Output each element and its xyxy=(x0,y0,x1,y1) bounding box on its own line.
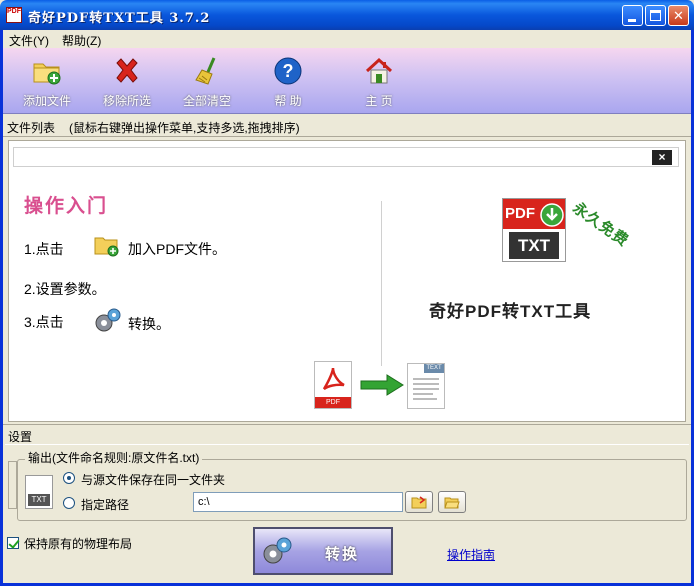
intro-top-bar xyxy=(13,147,679,167)
settings-title: 设置 xyxy=(8,430,33,444)
file-list-hint: (鼠标右键弹出操作菜单,支持多选,拖拽排序) xyxy=(69,121,300,135)
pdf-label: PDF xyxy=(315,397,351,408)
toolbar: 添加文件 移除所选 全部清空 ? 帮 助 主 页 xyxy=(3,48,691,114)
txt-file-icon: TEXT xyxy=(407,363,445,409)
txt-output-icon: TXT xyxy=(25,475,53,509)
open-folder-icon xyxy=(444,497,460,509)
txt-doc-label: TEXT xyxy=(424,364,444,373)
file-list-label: 文件列表 xyxy=(7,121,56,135)
help-label: 帮 助 xyxy=(274,94,302,108)
gears-icon xyxy=(263,537,292,564)
home-icon xyxy=(365,57,393,84)
clear-all-label: 全部清空 xyxy=(182,94,231,108)
txt-badge: TXT xyxy=(28,494,50,506)
file-list-area[interactable]: × 操作入门 1.点击 加入PDF文件。 2.设置参数。 3.点击 转换。 PD… xyxy=(8,140,686,422)
intro-title: 操作入门 xyxy=(24,195,109,217)
radio-same-folder[interactable] xyxy=(63,472,75,484)
settings-panel: 输出(文件命名规则:原文件名.txt) TXT 与源文件保存在同一文件夹 指定路… xyxy=(5,444,689,529)
pdf-file-icon: PDF xyxy=(314,361,352,409)
keep-layout-label[interactable]: 保持原有的物理布局 xyxy=(24,535,132,552)
menu-bar: 文件(Y) 帮助(Z) xyxy=(3,30,691,48)
same-folder-label[interactable]: 与源文件保存在同一文件夹 xyxy=(81,471,225,488)
remove-selected-label: 移除所选 xyxy=(102,94,151,108)
title-bar[interactable]: PDF 奇好PDF转TXT工具 3.7.2 ✕ xyxy=(0,0,694,30)
step2-text: 2.设置参数。 xyxy=(24,281,106,297)
add-folder-icon xyxy=(94,237,119,257)
home-button[interactable]: 主 页 xyxy=(342,54,416,112)
output-legend: 输出(文件命名规则:原文件名.txt) xyxy=(25,449,203,466)
add-file-label: 添加文件 xyxy=(22,94,71,108)
add-folder-icon xyxy=(33,63,61,85)
convert-label: 转换 xyxy=(325,546,360,563)
close-window-button[interactable]: ✕ xyxy=(668,5,689,26)
help-button[interactable]: ? 帮 助 xyxy=(251,54,325,112)
app-icon: PDF xyxy=(6,7,22,23)
menu-help[interactable]: 帮助(Z) xyxy=(62,32,101,49)
radio-custom-path[interactable] xyxy=(63,497,75,509)
help-question-icon: ? xyxy=(274,57,302,85)
guide-link[interactable]: 操作指南 xyxy=(447,546,495,563)
convert-button[interactable]: 转换 xyxy=(253,527,393,575)
red-x-icon xyxy=(116,58,138,83)
minimize-button[interactable] xyxy=(622,5,643,26)
browse-path-button[interactable] xyxy=(405,491,433,513)
right-arrow-icon xyxy=(360,374,404,396)
home-label: 主 页 xyxy=(365,94,393,108)
menu-file[interactable]: 文件(Y) xyxy=(9,32,49,49)
maximize-button[interactable] xyxy=(645,5,666,26)
custom-path-label[interactable]: 指定路径 xyxy=(81,496,129,513)
divider xyxy=(381,201,382,366)
step3-suffix: 转换。 xyxy=(128,316,170,332)
gears-icon xyxy=(95,308,121,332)
svg-text:?: ? xyxy=(283,61,294,81)
free-badge: 永久免费 xyxy=(569,198,633,251)
logo-txt-label: TXT xyxy=(509,232,559,259)
product-name: 奇好PDF转TXT工具 xyxy=(429,302,592,321)
step3-prefix: 3.点击 xyxy=(24,314,64,330)
remove-selected-button[interactable]: 移除所选 xyxy=(90,54,164,112)
minimize-icon xyxy=(628,19,636,22)
maximize-icon xyxy=(650,10,661,21)
window-title: 奇好PDF转TXT工具 3.7.2 xyxy=(28,11,211,26)
product-logo: PDF TXT xyxy=(502,198,566,262)
broom-icon xyxy=(195,57,216,85)
down-arrow-icon xyxy=(540,203,564,227)
intro-close-button[interactable]: × xyxy=(652,150,672,165)
keep-layout-checkbox[interactable] xyxy=(7,537,19,549)
acrobat-icon xyxy=(322,367,345,391)
file-list-header: 文件列表 (鼠标右键弹出操作菜单,支持多选,拖拽排序) xyxy=(3,115,691,137)
path-input[interactable]: c:\ xyxy=(193,492,403,512)
settings-header: 设置 xyxy=(3,424,691,444)
settings-scrollbar[interactable] xyxy=(8,461,17,509)
folder-arrow-icon xyxy=(411,496,427,509)
step1-suffix: 加入PDF文件。 xyxy=(128,241,226,257)
close-icon: ✕ xyxy=(673,8,684,23)
clear-all-button[interactable]: 全部清空 xyxy=(170,54,244,112)
add-file-button[interactable]: 添加文件 xyxy=(10,54,84,112)
open-folder-button[interactable] xyxy=(438,491,466,513)
step1-prefix: 1.点击 xyxy=(24,241,64,257)
